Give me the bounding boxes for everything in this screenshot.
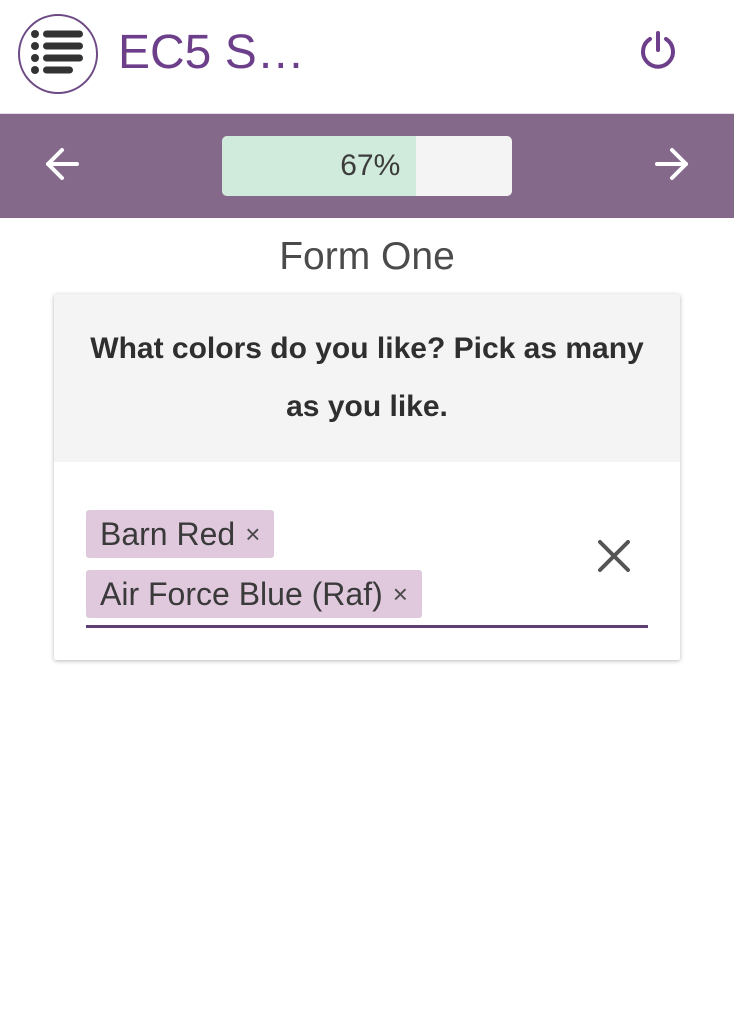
question-card: What colors do you like? Pick as many as… xyxy=(54,294,680,660)
form-navigation-bar: 67% xyxy=(0,114,734,218)
arrow-right-icon xyxy=(654,146,690,187)
chip-remove-button[interactable]: × xyxy=(245,519,260,550)
chip-label: Air Force Blue (Raf) xyxy=(100,575,383,612)
form-title: Form One xyxy=(279,235,455,278)
color-multiselect[interactable]: Barn Red × Air Force Blue (Raf) × xyxy=(86,508,648,628)
menu-button[interactable] xyxy=(18,14,98,94)
progress-label: 67% xyxy=(340,149,401,182)
app-header: EC5 S… xyxy=(0,0,734,114)
app-title: EC5 S… xyxy=(118,26,305,79)
arrow-left-icon xyxy=(44,146,80,187)
logout-button[interactable] xyxy=(636,30,680,74)
previous-button[interactable] xyxy=(38,142,86,190)
selected-chip: Barn Red × xyxy=(86,510,275,558)
progress-bar: 67% xyxy=(222,136,512,196)
chip-label: Barn Red xyxy=(100,515,236,552)
selected-chip: Air Force Blue (Raf) × xyxy=(86,570,422,618)
chip-remove-button[interactable]: × xyxy=(393,579,408,610)
question-text: What colors do you like? Pick as many as… xyxy=(54,294,680,462)
list-icon xyxy=(30,29,86,79)
clear-selection-button[interactable] xyxy=(592,528,636,588)
next-button[interactable] xyxy=(648,142,696,190)
close-icon xyxy=(597,539,631,578)
power-icon xyxy=(638,30,678,75)
